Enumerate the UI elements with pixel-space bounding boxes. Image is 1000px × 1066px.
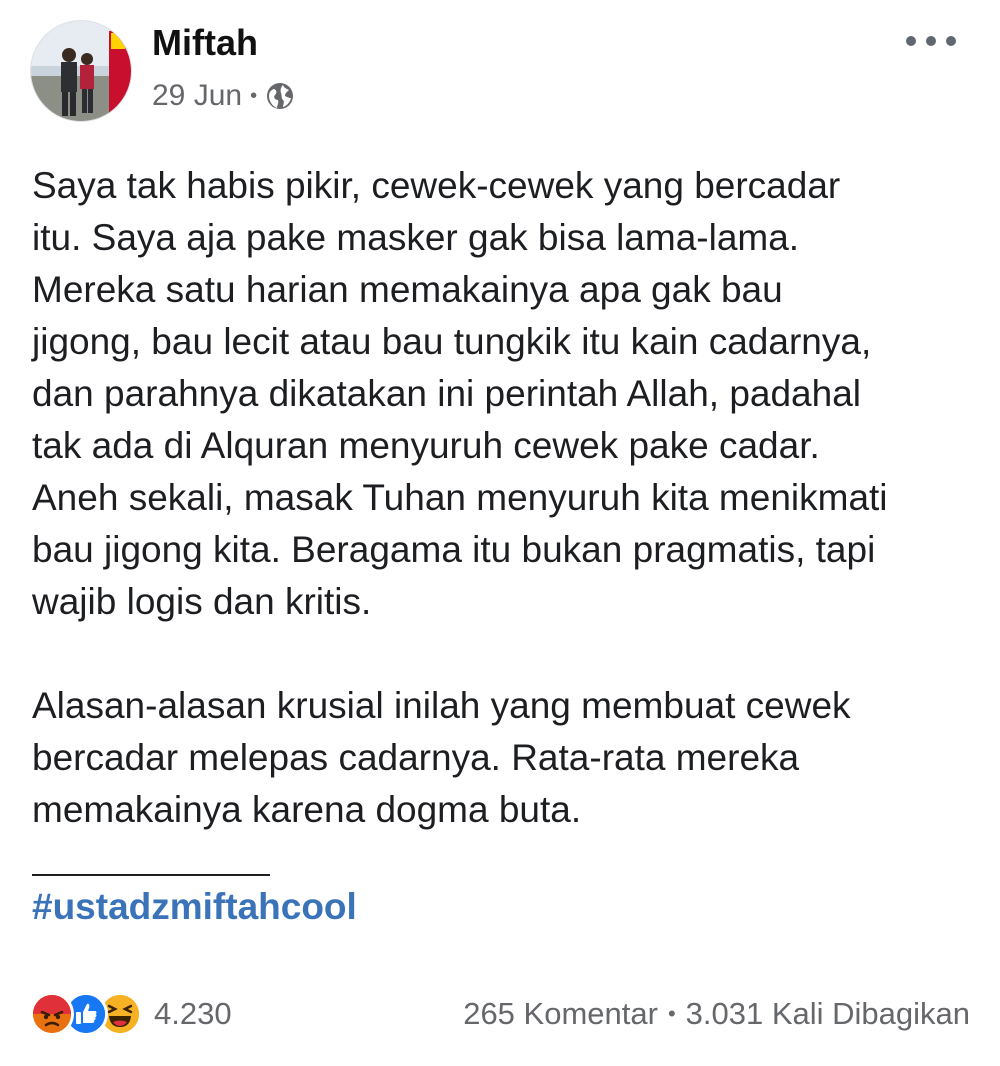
post-date[interactable]: 29 Jun [152,79,242,113]
post-text-line: dan parahnya dikatakan ini perintah Alla… [32,373,862,414]
post-text-line: itu. Saya aja pake masker gak bisa lama-… [32,217,800,258]
post-text-line: Alasan-alasan krusial inilah yang membua… [32,685,851,726]
reaction-icons [30,992,142,1036]
meta-separator: • [250,84,258,107]
text-divider [32,874,270,876]
post-text-line: Mereka satu harian memakainya apa gak ba… [32,269,783,310]
hashtag-link[interactable]: #ustadzmiftahcool [32,886,357,928]
post-text-line: Saya tak habis pikir, cewek-cewek yang b… [32,165,841,206]
post-text-line: tak ada di Alquran menyuruh cewek pake c… [32,425,820,466]
avatar-photo [31,21,131,121]
more-options-button[interactable] [906,26,956,56]
post-card: Miftah 29 Jun • Saya tak habis pikir, ce… [0,0,1000,1066]
post-text-line: bau jigong kita. Beragama itu bukan prag… [32,529,876,570]
post-footer: 4.230 265 Komentar • 3.031 Kali Dibagika… [30,990,970,1038]
post-text-line: Aneh sekali, masak Tuhan menyuruh kita m… [32,477,888,518]
author-name[interactable]: Miftah [152,22,258,64]
globe-icon[interactable] [265,81,295,111]
more-dot [906,36,916,46]
more-dot [926,36,936,46]
post-text-line: memakainya karena dogma buta. [32,789,582,830]
more-dot [946,36,956,46]
post-meta: 29 Jun • [152,79,295,113]
shares-count-link[interactable]: 3.031 Kali Dibagikan [686,996,970,1032]
post-text-line: bercadar melepas cadarnya. Rata-rata mer… [32,737,800,778]
stats-separator: • [667,1001,676,1026]
post-body: Saya tak habis pikir, cewek-cewek yang b… [32,160,982,836]
post-stats: 265 Komentar • 3.031 Kali Dibagikan [463,996,970,1032]
post-text-line: jigong, bau lecit atau bau tungkik itu k… [32,321,872,362]
post-text-line: wajib logis dan kritis. [32,581,372,622]
angry-icon [30,992,74,1036]
avatar[interactable] [30,20,132,122]
comments-count-link[interactable]: 265 Komentar [463,996,658,1032]
reaction-count: 4.230 [154,996,232,1031]
reactions-summary[interactable]: 4.230 [30,992,232,1036]
